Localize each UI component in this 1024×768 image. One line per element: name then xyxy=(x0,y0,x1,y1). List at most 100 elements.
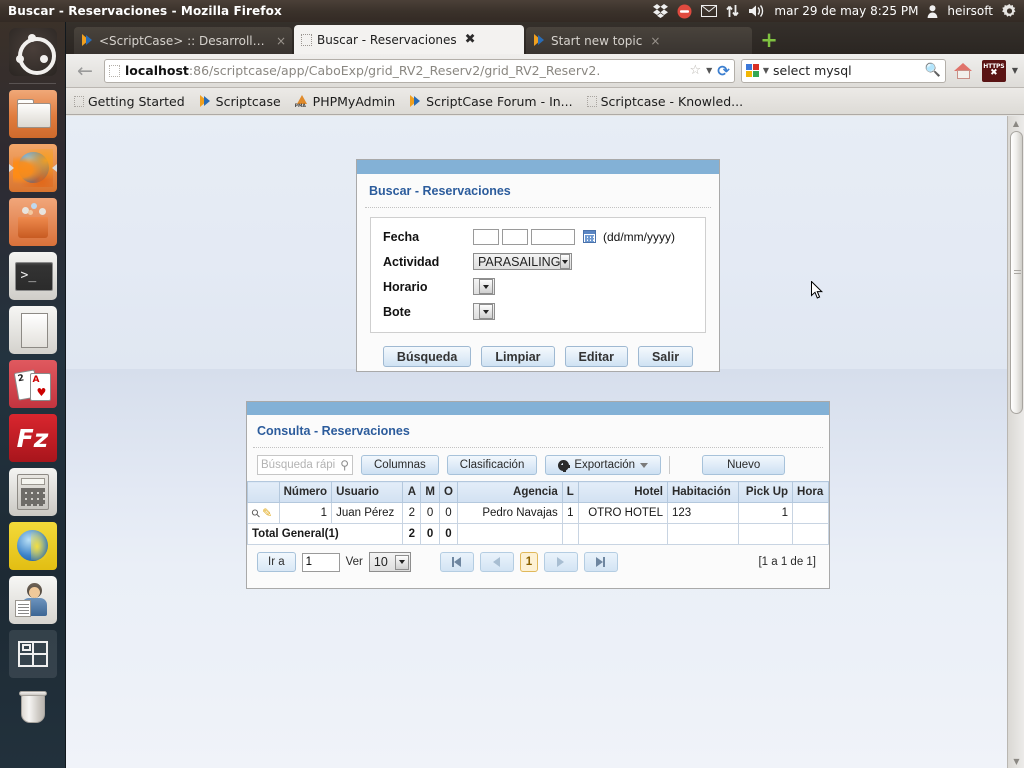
url-text: localhost:86/scriptcase/app/CaboExp/grid… xyxy=(125,63,684,78)
th-usuario[interactable]: Usuario xyxy=(331,481,404,503)
th-numero[interactable]: Número xyxy=(278,481,333,503)
close-icon[interactable]: × xyxy=(276,34,286,48)
bote-select[interactable] xyxy=(473,303,495,320)
fecha-month-input[interactable] xyxy=(502,228,528,245)
chevron-down-icon[interactable] xyxy=(479,304,493,319)
classification-button[interactable]: Clasificación xyxy=(446,455,538,475)
solitaire-icon[interactable]: 2 A ♥ xyxy=(8,360,57,408)
th-habitacion[interactable]: Habitación xyxy=(666,481,740,503)
chevron-down-icon[interactable] xyxy=(560,254,570,269)
fecha-year-input[interactable] xyxy=(531,228,575,245)
th-hotel[interactable]: Hotel xyxy=(577,481,668,503)
search-icon[interactable]: ⚲ xyxy=(340,458,349,472)
chevron-down-icon[interactable]: ▼ xyxy=(763,66,769,75)
tab-buscar-reservaciones[interactable]: Buscar - Reservaciones ✖ xyxy=(294,25,524,54)
first-page-icon xyxy=(454,557,462,567)
seamonkey-icon[interactable] xyxy=(8,522,57,570)
salir-button[interactable]: Salir xyxy=(637,346,694,367)
do-not-disturb-icon[interactable] xyxy=(677,4,692,19)
chevron-down-icon[interactable] xyxy=(479,279,493,294)
chevron-down-icon[interactable] xyxy=(394,554,409,570)
workspace-switcher-icon[interactable] xyxy=(8,630,57,678)
terminal-icon[interactable]: >_ xyxy=(8,252,57,300)
quick-search-input[interactable]: Búsqueda rápi ⚲ xyxy=(257,455,353,475)
divider xyxy=(365,207,711,208)
chevron-down-icon[interactable]: ▼ xyxy=(706,66,712,75)
username-label[interactable]: heirsoft xyxy=(947,4,993,18)
home-button[interactable] xyxy=(952,59,976,83)
new-record-button[interactable]: Nuevo xyxy=(702,455,786,475)
chevron-down-icon[interactable]: ▼ xyxy=(1012,66,1018,75)
bookmark-scriptcase[interactable]: Scriptcase xyxy=(199,94,281,109)
busqueda-button[interactable]: Búsqueda xyxy=(382,346,472,367)
network-icon[interactable] xyxy=(726,4,740,18)
firefox-icon[interactable] xyxy=(8,144,57,192)
scroll-up-icon[interactable]: ▲ xyxy=(1008,116,1024,130)
user-accounts-icon[interactable] xyxy=(8,576,57,624)
close-icon[interactable]: ✖ xyxy=(465,32,476,47)
fecha-day-input[interactable] xyxy=(473,228,499,245)
limpiar-button[interactable]: Limpiar xyxy=(481,346,555,367)
horario-select[interactable] xyxy=(473,278,495,295)
th-o[interactable]: O xyxy=(438,481,458,503)
total-blank-hotel xyxy=(577,523,668,545)
page-number-input[interactable] xyxy=(301,552,340,572)
edit-icon[interactable]: ✎ xyxy=(262,506,272,520)
clock-label[interactable]: mar 29 de may 8:25 PM xyxy=(774,4,918,18)
filezilla-icon[interactable] xyxy=(8,414,57,462)
th-pickup[interactable]: Pick Up xyxy=(738,481,794,503)
vertical-scrollbar[interactable]: ▲ ▼ xyxy=(1007,116,1024,768)
search-bar[interactable]: ▼ select mysql 🔍 xyxy=(740,58,946,83)
rows-per-page-select[interactable]: 10 xyxy=(368,552,411,572)
trash-icon[interactable] xyxy=(9,684,57,732)
th-a[interactable]: A xyxy=(402,481,422,503)
th-l[interactable]: L xyxy=(561,481,579,503)
back-button[interactable]: ← xyxy=(72,59,98,83)
th-agencia[interactable]: Agencia xyxy=(456,481,563,503)
scroll-down-icon[interactable]: ▼ xyxy=(1008,754,1024,768)
bookmark-phpmyadmin[interactable]: PHPMyAdmin xyxy=(295,94,396,109)
last-page-button[interactable] xyxy=(583,552,618,572)
tab-scriptcase-desarrollo[interactable]: <ScriptCase> :: Desarrollo - ... × xyxy=(74,27,292,54)
gear-icon[interactable] xyxy=(1002,3,1017,19)
search-icon[interactable]: 🔍 xyxy=(925,63,941,78)
files-icon[interactable] xyxy=(8,90,57,138)
tab-start-new-topic[interactable]: Start new topic × xyxy=(526,27,752,54)
dropbox-icon[interactable] xyxy=(653,4,669,18)
chevron-down-icon[interactable] xyxy=(640,462,649,468)
previous-page-button[interactable] xyxy=(479,552,514,572)
https-everywhere-button[interactable]: HTTPS ✖ xyxy=(981,59,1006,82)
calendar-icon[interactable] xyxy=(583,230,596,243)
bookmark-scriptcase-forum[interactable]: ScriptCase Forum - In... xyxy=(409,94,573,109)
ubuntu-software-icon[interactable] xyxy=(8,198,57,246)
bookmark-getting-started[interactable]: Getting Started xyxy=(74,94,185,109)
volume-icon[interactable] xyxy=(748,4,765,18)
actividad-select[interactable]: PARASAILING xyxy=(473,253,572,270)
goto-page-button[interactable]: Ir a xyxy=(257,552,296,572)
bookmark-star-icon[interactable]: ☆ xyxy=(689,63,701,78)
home-icon xyxy=(954,62,973,79)
th-actions[interactable] xyxy=(247,481,280,503)
th-m[interactable]: M xyxy=(420,481,440,503)
ubuntu-dash-icon[interactable] xyxy=(8,28,57,76)
page-body: Buscar - Reservaciones Fecha (dd/mm/yyyy… xyxy=(66,116,1007,768)
next-page-button[interactable] xyxy=(543,552,578,572)
export-button[interactable]: Exportación xyxy=(545,455,662,475)
mail-icon[interactable] xyxy=(701,5,718,17)
columns-button[interactable]: Columnas xyxy=(361,455,439,475)
table-row[interactable]: ⚲✎ 1 Juan Pérez 2 0 0 Pedro Navajas 1 OT… xyxy=(247,502,829,524)
search-input[interactable]: select mysql xyxy=(773,63,852,78)
scrollbar-thumb[interactable] xyxy=(1010,131,1023,414)
url-bar[interactable]: localhost:86/scriptcase/app/CaboExp/grid… xyxy=(104,58,735,83)
new-tab-button[interactable]: + xyxy=(758,29,780,51)
reload-icon[interactable]: ⟳ xyxy=(717,62,730,80)
first-page-button[interactable] xyxy=(439,552,474,572)
editar-button[interactable]: Editar xyxy=(564,346,628,367)
field-row-horario: Horario xyxy=(371,274,705,299)
current-page-indicator[interactable]: 1 xyxy=(519,552,538,572)
libreoffice-writer-icon[interactable] xyxy=(8,306,57,354)
th-hora[interactable]: Hora xyxy=(792,481,829,503)
close-icon[interactable]: × xyxy=(650,34,660,48)
calculator-icon[interactable] xyxy=(8,468,57,516)
bookmark-scriptcase-knowledge[interactable]: Scriptcase - Knowled... xyxy=(586,94,743,109)
